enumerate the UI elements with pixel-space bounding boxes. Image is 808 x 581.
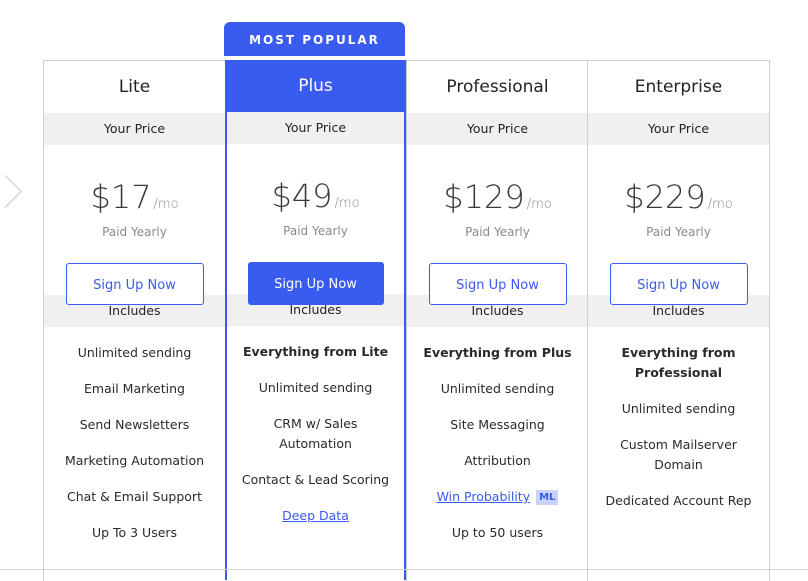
sign-up-button-lite[interactable]: Sign Up Now (65, 263, 204, 305)
feature-item: Attribution (464, 453, 531, 468)
plan-column-plus: Plus Your Price $49/mo Paid Yearly Sign … (225, 60, 406, 580)
feature-item: Everything from Lite (242, 344, 389, 359)
plan-name: Enterprise (634, 77, 723, 97)
price: $49/mo (227, 144, 404, 224)
price: $129/mo (407, 145, 588, 225)
feature-list: Everything from Professional Unlimited s… (588, 327, 769, 519)
sign-up-button-professional[interactable]: Sign Up Now (428, 263, 567, 305)
feature-list: Unlimited sending Email Marketing Send N… (44, 327, 225, 551)
carousel-prev-arrow-icon[interactable] (0, 175, 22, 208)
bottom-divider (0, 569, 808, 570)
plan-name: Lite (118, 77, 151, 97)
feature-item: Up to 50 users (451, 525, 544, 540)
feature-item: Deep Data (227, 498, 404, 534)
sign-up-button-plus[interactable]: Sign Up Now (247, 262, 384, 305)
feature-item: Contact & Lead Scoring (241, 472, 390, 487)
feature-item: Email Marketing (84, 381, 185, 396)
feature-item: Custom Mailserver Domain (620, 437, 737, 472)
price-amount: $49 (271, 177, 333, 215)
feature-item: Unlimited sending (77, 345, 192, 360)
your-price-label: Your Price (407, 113, 588, 145)
pricing-table: Lite Your Price $17/mo Paid Yearly Sign … (43, 60, 770, 581)
price-period: /mo (707, 197, 733, 212)
feature-item: Send Newsletters (79, 417, 190, 432)
feature-item: Marketing Automation (64, 453, 205, 468)
billing-note: Paid Yearly (465, 225, 530, 239)
most-popular-badge: MOST POPULAR (224, 22, 405, 56)
price-period: /mo (153, 197, 179, 212)
feature-item: Win Probability ML (407, 479, 588, 515)
feature-item: Unlimited sending (440, 381, 555, 396)
plan-column-lite: Lite Your Price $17/mo Paid Yearly Sign … (44, 61, 225, 581)
billing-note: Paid Yearly (646, 225, 711, 239)
feature-list: Everything from Plus Unlimited sending S… (407, 327, 588, 551)
feature-item: Everything from Plus (423, 345, 572, 360)
price-period: /mo (334, 196, 360, 211)
feature-item: Dedicated Account Rep (605, 493, 752, 508)
sign-up-button-enterprise[interactable]: Sign Up Now (609, 263, 748, 305)
feature-item: Everything from Professional (621, 345, 736, 380)
price-amount: $229 (624, 178, 706, 216)
price: $229/mo (588, 145, 769, 225)
plan-name: Professional (446, 77, 549, 97)
plan-name: Plus (225, 60, 406, 112)
feature-item: Unlimited sending (621, 401, 736, 416)
your-price-label: Your Price (44, 113, 225, 145)
billing-note: Paid Yearly (102, 225, 167, 239)
price-amount: $129 (443, 178, 525, 216)
feature-item: CRM w/ Sales Automation (273, 416, 358, 451)
price-amount: $17 (90, 178, 152, 216)
deep-data-link[interactable]: Deep Data (282, 508, 349, 523)
price: $17/mo (44, 145, 225, 225)
feature-item: Site Messaging (450, 417, 545, 432)
win-probability-link[interactable]: Win Probability (437, 489, 531, 504)
your-price-label: Your Price (588, 113, 769, 145)
feature-item: Chat & Email Support (67, 489, 202, 504)
plan-column-enterprise: Enterprise Your Price $229/mo Paid Yearl… (587, 61, 769, 581)
ml-badge: ML (536, 490, 559, 505)
plan-column-professional: Professional Your Price $129/mo Paid Yea… (406, 61, 588, 581)
feature-item: Unlimited sending (258, 380, 373, 395)
feature-item: Up To 3 Users (91, 525, 178, 540)
billing-note: Paid Yearly (283, 224, 348, 238)
price-period: /mo (526, 197, 552, 212)
feature-list: Everything from Lite Unlimited sending C… (227, 326, 404, 534)
your-price-label: Your Price (227, 112, 404, 144)
